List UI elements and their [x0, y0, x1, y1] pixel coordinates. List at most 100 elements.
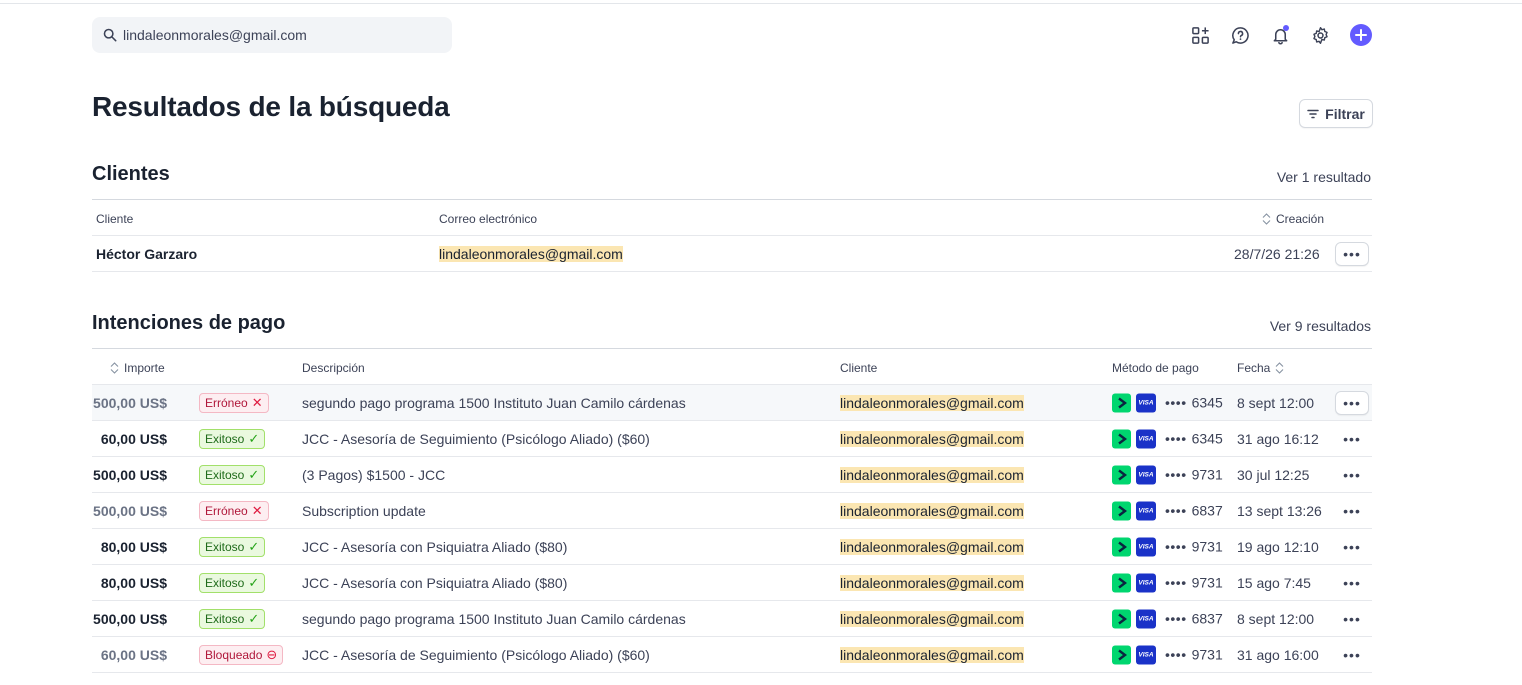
card-last4: 9731 — [1191, 646, 1223, 663]
col-header-date[interactable]: Fecha — [1237, 361, 1284, 375]
card-last4: 9731 — [1191, 574, 1223, 591]
check-icon: ✓ — [248, 610, 260, 626]
status-badge: Exitoso ✓ — [199, 464, 266, 485]
row-more-button[interactable]: ••• — [1335, 241, 1369, 266]
sort-icon — [1262, 213, 1271, 225]
payment-method: VISA •••• 9731 — [1112, 645, 1223, 664]
customer-row[interactable]: Héctor Garzaro lindaleonmorales@gmail.co… — [92, 236, 1372, 272]
settings-icon[interactable] — [1309, 24, 1331, 46]
add-icon[interactable] — [1350, 24, 1372, 46]
payments-table-header: Importe Descripción Cliente Método de pa… — [92, 348, 1372, 385]
row-more-button[interactable]: ••• — [1335, 390, 1369, 415]
payment-description: Subscription update — [302, 502, 426, 519]
payment-row[interactable]: 80,00 US$ Exitoso ✓ JCC - Asesoría con Ps… — [92, 565, 1372, 601]
visa-card-icon: VISA — [1136, 537, 1156, 556]
top-toolbar — [1189, 24, 1372, 46]
payment-date: 15 ago 7:45 — [1237, 574, 1311, 591]
x-icon: ✕ — [251, 394, 263, 410]
payment-row[interactable]: 500,00 US$ Exitoso ✓ (3 Pagos) $1500 - JC… — [92, 457, 1372, 493]
payment-date: 30 jul 12:25 — [1237, 466, 1310, 483]
payment-customer-email: lindaleonmorales@gmail.com — [840, 466, 1024, 483]
link-icon — [1112, 645, 1131, 664]
link-icon — [1112, 537, 1131, 556]
payment-row[interactable]: 500,00 US$ Erróneo ✕ Subscription update … — [92, 493, 1372, 529]
card-mask: •••• — [1165, 646, 1187, 663]
status-badge: Exitoso ✓ — [199, 428, 266, 449]
payment-description: JCC - Asesoría con Psiquiatra Aliado ($8… — [302, 574, 568, 591]
visa-card-icon: VISA — [1136, 501, 1156, 520]
payment-row[interactable]: 80,00 US$ Exitoso ✓ JCC - Asesoría con Ps… — [92, 529, 1372, 565]
row-more-button[interactable]: ••• — [1335, 535, 1369, 559]
status-badge: Erróneo ✕ — [199, 500, 269, 521]
card-mask: •••• — [1165, 574, 1187, 591]
payment-method: VISA •••• 9731 — [1112, 573, 1223, 592]
payment-customer-email: lindaleonmorales@gmail.com — [840, 394, 1024, 411]
card-last4: 6345 — [1191, 430, 1223, 447]
row-more-button[interactable]: ••• — [1335, 571, 1369, 595]
row-more-button[interactable]: ••• — [1335, 499, 1369, 523]
payment-description: segundo pago programa 1500 Instituto Jua… — [302, 394, 686, 411]
payment-rows: 500,00 US$ Erróneo ✕ segundo pago program… — [92, 385, 1372, 673]
search-icon — [103, 28, 117, 42]
col-header-payment-method[interactable]: Método de pago — [1112, 361, 1199, 375]
payment-amount: 60,00 US$ — [100, 430, 167, 447]
payments-table: Importe Descripción Cliente Método de pa… — [92, 348, 1372, 673]
payment-row[interactable]: 60,00 US$ Bloqueado ⊖ JCC - Asesoría de S… — [92, 637, 1372, 673]
col-header-customer[interactable]: Cliente — [840, 361, 877, 375]
card-last4: 9731 — [1191, 538, 1223, 555]
customer-created: 28/7/26 21:26 — [1234, 245, 1320, 262]
col-header-customer[interactable]: Cliente — [96, 212, 133, 226]
customers-see-all-link[interactable]: Ver 1 resultado — [1277, 169, 1371, 185]
status-badge: Exitoso ✓ — [199, 608, 266, 629]
link-icon — [1112, 465, 1131, 484]
payment-description: (3 Pagos) $1500 - JCC — [302, 466, 446, 483]
payment-row[interactable]: 500,00 US$ Erróneo ✕ segundo pago program… — [92, 385, 1372, 421]
filter-button[interactable]: Filtrar — [1299, 99, 1373, 128]
payment-method: VISA •••• 6345 — [1112, 429, 1223, 448]
help-icon[interactable] — [1229, 24, 1251, 46]
notification-dot — [1283, 25, 1289, 31]
status-label: Exitoso — [205, 467, 245, 482]
status-label: Exitoso — [205, 431, 245, 446]
search-bar[interactable] — [92, 17, 452, 53]
customer-name: Héctor Garzaro — [96, 245, 198, 262]
bell-icon[interactable] — [1269, 24, 1291, 46]
card-mask: •••• — [1165, 430, 1187, 447]
apps-add-icon[interactable] — [1189, 24, 1211, 46]
col-header-created[interactable]: Creación — [1262, 212, 1324, 226]
payment-description: JCC - Asesoría de Seguimiento (Psicólogo… — [302, 646, 650, 663]
payments-see-all-link[interactable]: Ver 9 resultados — [1270, 318, 1371, 334]
check-icon: ✓ — [248, 466, 260, 482]
payment-amount: 60,00 US$ — [100, 646, 167, 663]
card-mask: •••• — [1165, 502, 1187, 519]
row-more-button[interactable]: ••• — [1335, 607, 1369, 631]
payment-method: VISA •••• 6345 — [1112, 393, 1223, 412]
customer-email: lindaleonmorales@gmail.com — [439, 245, 623, 262]
payment-row[interactable]: 500,00 US$ Exitoso ✓ segundo pago program… — [92, 601, 1372, 637]
col-header-email[interactable]: Correo electrónico — [439, 212, 537, 226]
visa-card-icon: VISA — [1136, 429, 1156, 448]
row-more-button[interactable]: ••• — [1335, 463, 1369, 487]
row-more-button[interactable]: ••• — [1335, 643, 1369, 667]
payment-row[interactable]: 60,00 US$ Exitoso ✓ JCC - Asesoría de Seg… — [92, 421, 1372, 457]
search-input[interactable] — [123, 27, 443, 43]
link-icon — [1112, 429, 1131, 448]
col-header-amount[interactable]: Importe — [110, 361, 165, 375]
payment-amount: 500,00 US$ — [93, 466, 167, 483]
col-header-description[interactable]: Descripción — [302, 361, 365, 375]
card-mask: •••• — [1165, 394, 1187, 411]
payment-method: VISA •••• 9731 — [1112, 465, 1223, 484]
customers-section-title: Clientes — [92, 163, 170, 185]
payment-amount: 500,00 US$ — [93, 502, 167, 519]
payment-customer-email: lindaleonmorales@gmail.com — [840, 610, 1024, 627]
payment-amount: 500,00 US$ — [93, 394, 167, 411]
card-mask: •••• — [1165, 466, 1187, 483]
card-last4: 9731 — [1191, 466, 1223, 483]
payment-method: VISA •••• 6837 — [1112, 609, 1223, 628]
link-icon — [1112, 501, 1131, 520]
status-label: Bloqueado — [205, 647, 263, 662]
payment-description: segundo pago programa 1500 Instituto Jua… — [302, 610, 686, 627]
row-more-button[interactable]: ••• — [1335, 427, 1369, 451]
payment-date: 13 sept 13:26 — [1237, 502, 1322, 519]
page-title: Resultados de la búsqueda — [92, 91, 450, 122]
